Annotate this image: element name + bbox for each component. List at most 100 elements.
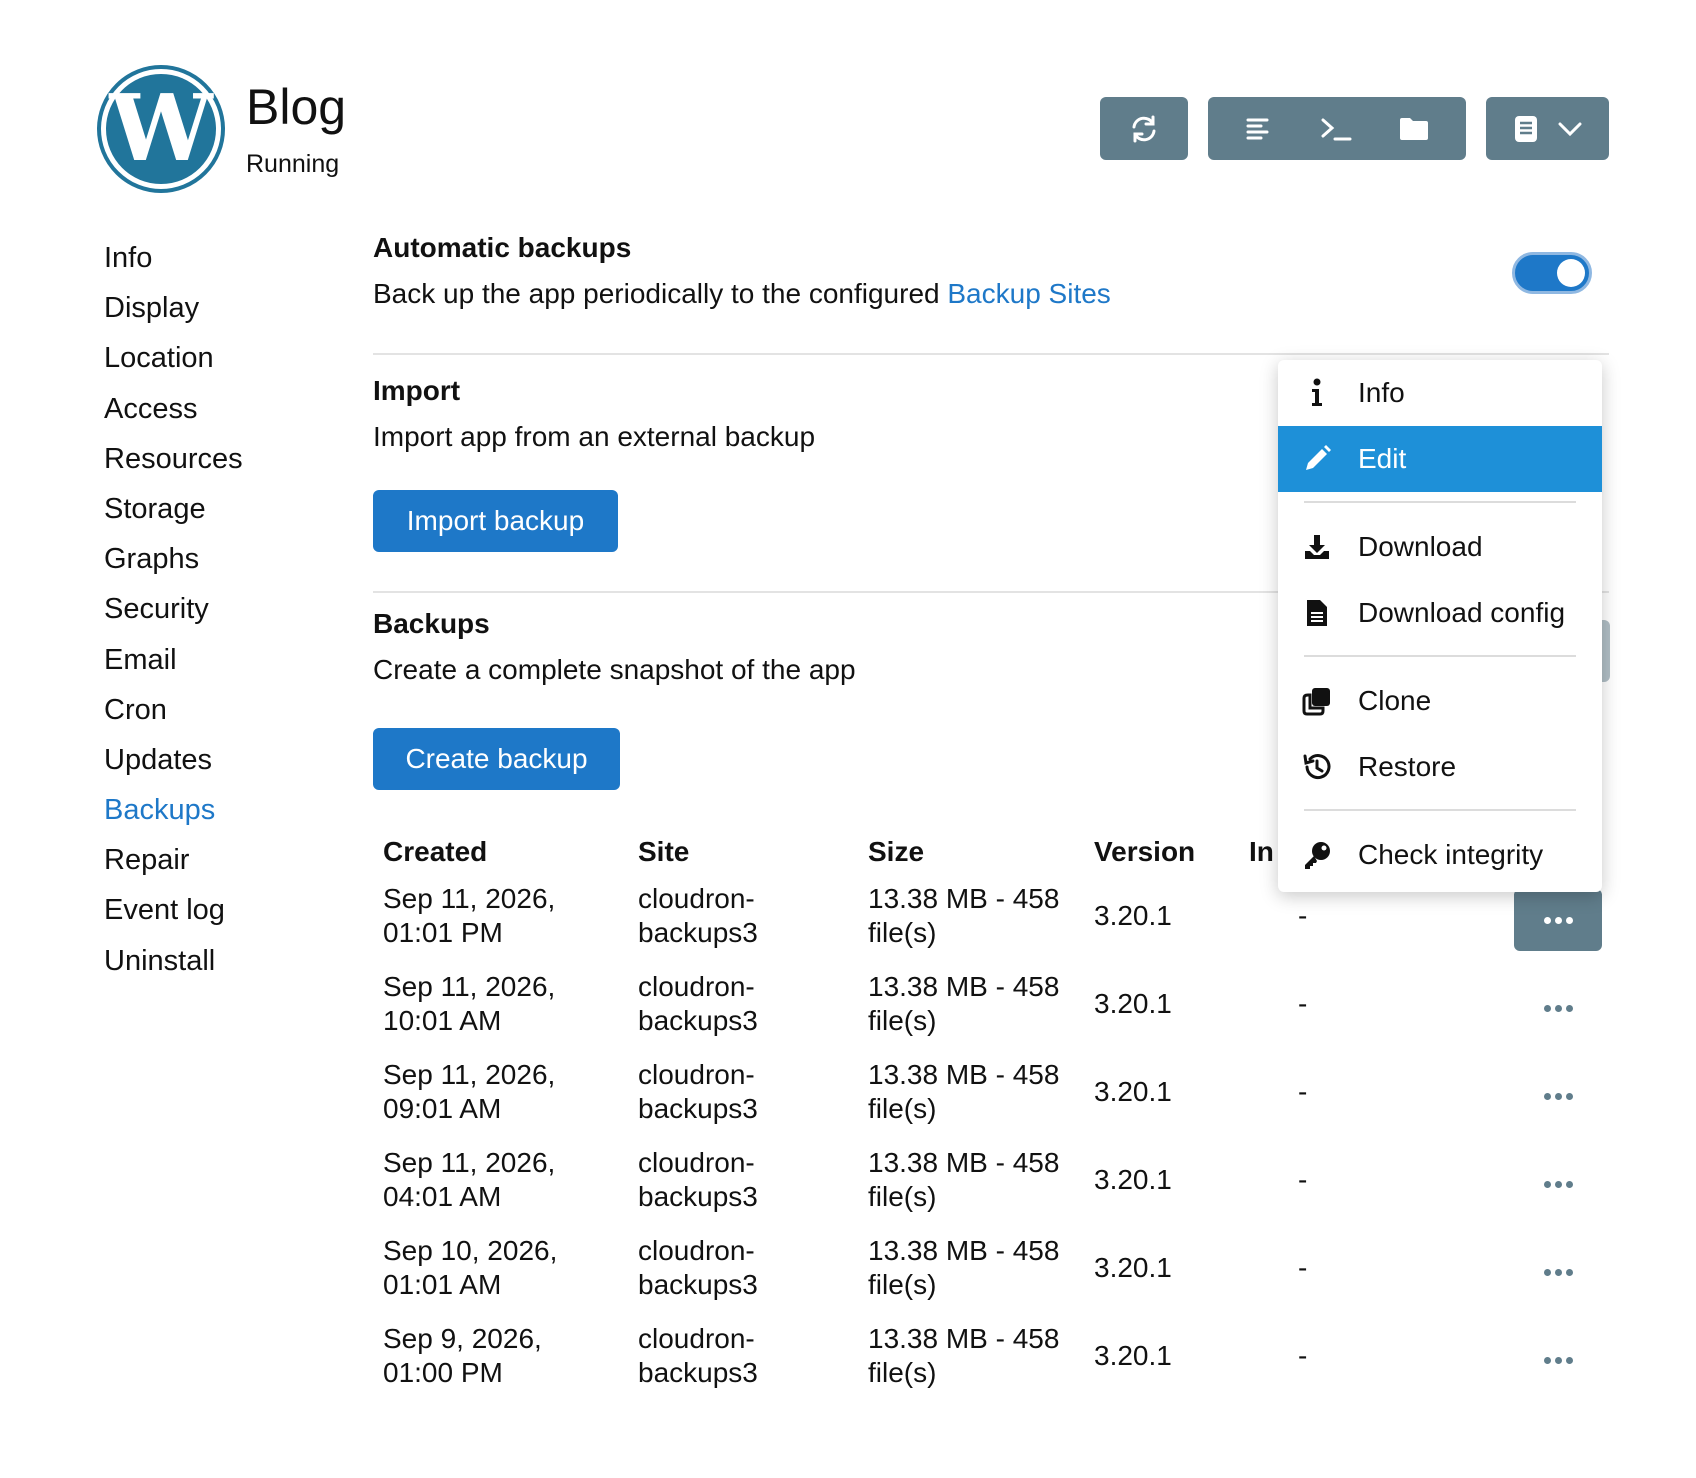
sidebar-item-updates[interactable]: Updates (104, 742, 243, 792)
auto-backups-desc-text: Back up the app periodically to the conf… (373, 278, 948, 309)
menu-item-label: Download (1358, 531, 1483, 562)
version-cell: 3.20.1 (1094, 900, 1172, 931)
version-cell: 3.20.1 (1094, 1340, 1172, 1371)
menu-item-edit[interactable]: Edit (1278, 426, 1602, 492)
column-header-site: Site (638, 836, 690, 867)
menu-item-label: Info (1358, 377, 1405, 408)
history-icon (1300, 750, 1334, 784)
created-cell: Sep 11, 2026, 04:01 AM (383, 1147, 556, 1212)
docs-icon (1514, 115, 1537, 142)
terminal-icon (1321, 118, 1352, 140)
key-icon (1300, 838, 1334, 872)
info-icon (1300, 376, 1334, 410)
sidebar-item-resources[interactable]: Resources (104, 441, 243, 491)
sidebar-item-cron[interactable]: Cron (104, 692, 243, 742)
menu-item-label: Check integrity (1358, 839, 1544, 870)
restart-button[interactable] (1100, 97, 1188, 160)
backup-actions-menu: Info Edit Download Download config Clone… (1278, 360, 1602, 892)
files-button[interactable] (1399, 116, 1429, 142)
sidebar-item-access[interactable]: Access (104, 391, 243, 441)
site-cell: cloudron-backups3 (638, 971, 758, 1036)
site-cell: cloudron-backups3 (638, 1147, 758, 1212)
created-cell: Sep 10, 2026, 01:01 AM (383, 1235, 558, 1300)
column-header-integrity: In (1249, 836, 1274, 867)
menu-item-clone[interactable]: Clone (1278, 668, 1602, 734)
menu-item-label: Edit (1358, 443, 1407, 474)
size-cell: 13.38 MB - 458 file(s) (868, 1235, 1060, 1300)
toolbar-button-group (1208, 97, 1466, 160)
sidebar-item-display[interactable]: Display (104, 290, 243, 340)
logs-icon (1246, 118, 1269, 139)
sidebar-item-graphs[interactable]: Graphs (104, 541, 243, 591)
integrity-cell: - (1298, 988, 1308, 1019)
docs-menu-button[interactable] (1486, 97, 1609, 160)
auto-backups-desc: Back up the app periodically to the conf… (373, 278, 1609, 310)
app-title: Blog (246, 79, 347, 135)
sidebar-item-location[interactable]: Location (104, 340, 243, 390)
row-actions-button[interactable] (1514, 1241, 1602, 1303)
integrity-cell: - (1298, 1340, 1308, 1371)
folder-icon (1399, 117, 1428, 140)
size-cell: 13.38 MB - 458 file(s) (868, 1147, 1060, 1212)
wordpress-logo: W (97, 65, 225, 193)
menu-item-download[interactable]: Download (1278, 514, 1602, 580)
menu-item-restore[interactable]: Restore (1278, 734, 1602, 800)
sidebar-item-event-log[interactable]: Event log (104, 892, 243, 942)
version-cell: 3.20.1 (1094, 1164, 1172, 1195)
row-actions-button[interactable] (1514, 1153, 1602, 1215)
backup-sites-link[interactable]: Backup Sites (947, 278, 1110, 309)
site-cell: cloudron-backups3 (638, 1235, 758, 1300)
table-row: Sep 10, 2026, 01:01 AM cloudron-backups3 … (373, 1227, 1609, 1315)
sidebar-item-uninstall[interactable]: Uninstall (104, 943, 243, 993)
refresh-icon (1132, 115, 1156, 142)
column-header-created: Created (383, 836, 488, 867)
menu-divider (1304, 501, 1576, 503)
row-actions-button[interactable] (1514, 889, 1602, 951)
file-icon (1300, 596, 1334, 630)
version-cell: 3.20.1 (1094, 1252, 1172, 1283)
version-cell: 3.20.1 (1094, 1076, 1172, 1107)
menu-item-download-config[interactable]: Download config (1278, 580, 1602, 646)
site-cell: cloudron-backups3 (638, 883, 758, 948)
size-cell: 13.38 MB - 458 file(s) (868, 1059, 1060, 1124)
size-cell: 13.38 MB - 458 file(s) (868, 1323, 1060, 1388)
table-row: Sep 9, 2026, 01:00 PM cloudron-backups3 1… (373, 1315, 1609, 1403)
sidebar-item-backups[interactable]: Backups (104, 792, 243, 842)
column-header-size: Size (868, 836, 925, 867)
menu-item-label: Clone (1358, 685, 1432, 716)
table-row: Sep 11, 2026, 09:01 AM cloudron-backups3 … (373, 1051, 1609, 1139)
sidebar-item-email[interactable]: Email (104, 642, 243, 692)
terminal-button[interactable] (1320, 115, 1352, 143)
toggle-knob (1557, 259, 1585, 287)
integrity-cell: - (1298, 1252, 1308, 1283)
sidebar-nav: Info Display Location Access Resources S… (104, 240, 243, 993)
app-status: Running (246, 150, 340, 178)
integrity-cell: - (1298, 900, 1308, 931)
sidebar-item-security[interactable]: Security (104, 591, 243, 641)
sidebar-item-info[interactable]: Info (104, 240, 243, 290)
column-header-version: Version (1094, 836, 1196, 867)
menu-item-label: Restore (1358, 751, 1457, 782)
size-cell: 13.38 MB - 458 file(s) (868, 971, 1060, 1036)
site-cell: cloudron-backups3 (638, 1323, 758, 1388)
row-actions-button[interactable] (1514, 1065, 1602, 1127)
chevron-down-icon (1558, 122, 1581, 136)
menu-divider (1304, 809, 1576, 811)
row-actions-button[interactable] (1514, 977, 1602, 1039)
auto-backups-toggle[interactable] (1512, 252, 1592, 294)
sidebar-item-storage[interactable]: Storage (104, 491, 243, 541)
auto-backups-section: Automatic backups Back up the app period… (373, 232, 1609, 310)
created-cell: Sep 11, 2026, 01:01 PM (383, 883, 556, 948)
download-icon (1300, 530, 1334, 564)
row-actions-button[interactable] (1514, 1329, 1602, 1391)
menu-item-check-integrity[interactable]: Check integrity (1278, 822, 1602, 888)
sidebar-item-repair[interactable]: Repair (104, 842, 243, 892)
logs-button[interactable] (1245, 115, 1273, 143)
menu-item-info[interactable]: Info (1278, 360, 1602, 426)
menu-divider (1304, 655, 1576, 657)
import-backup-button[interactable]: Import backup (373, 490, 618, 552)
create-backup-button[interactable]: Create backup (373, 728, 620, 790)
table-row: Sep 11, 2026, 10:01 AM cloudron-backups3 … (373, 963, 1609, 1051)
version-cell: 3.20.1 (1094, 988, 1172, 1019)
created-cell: Sep 9, 2026, 01:00 PM (383, 1323, 542, 1388)
